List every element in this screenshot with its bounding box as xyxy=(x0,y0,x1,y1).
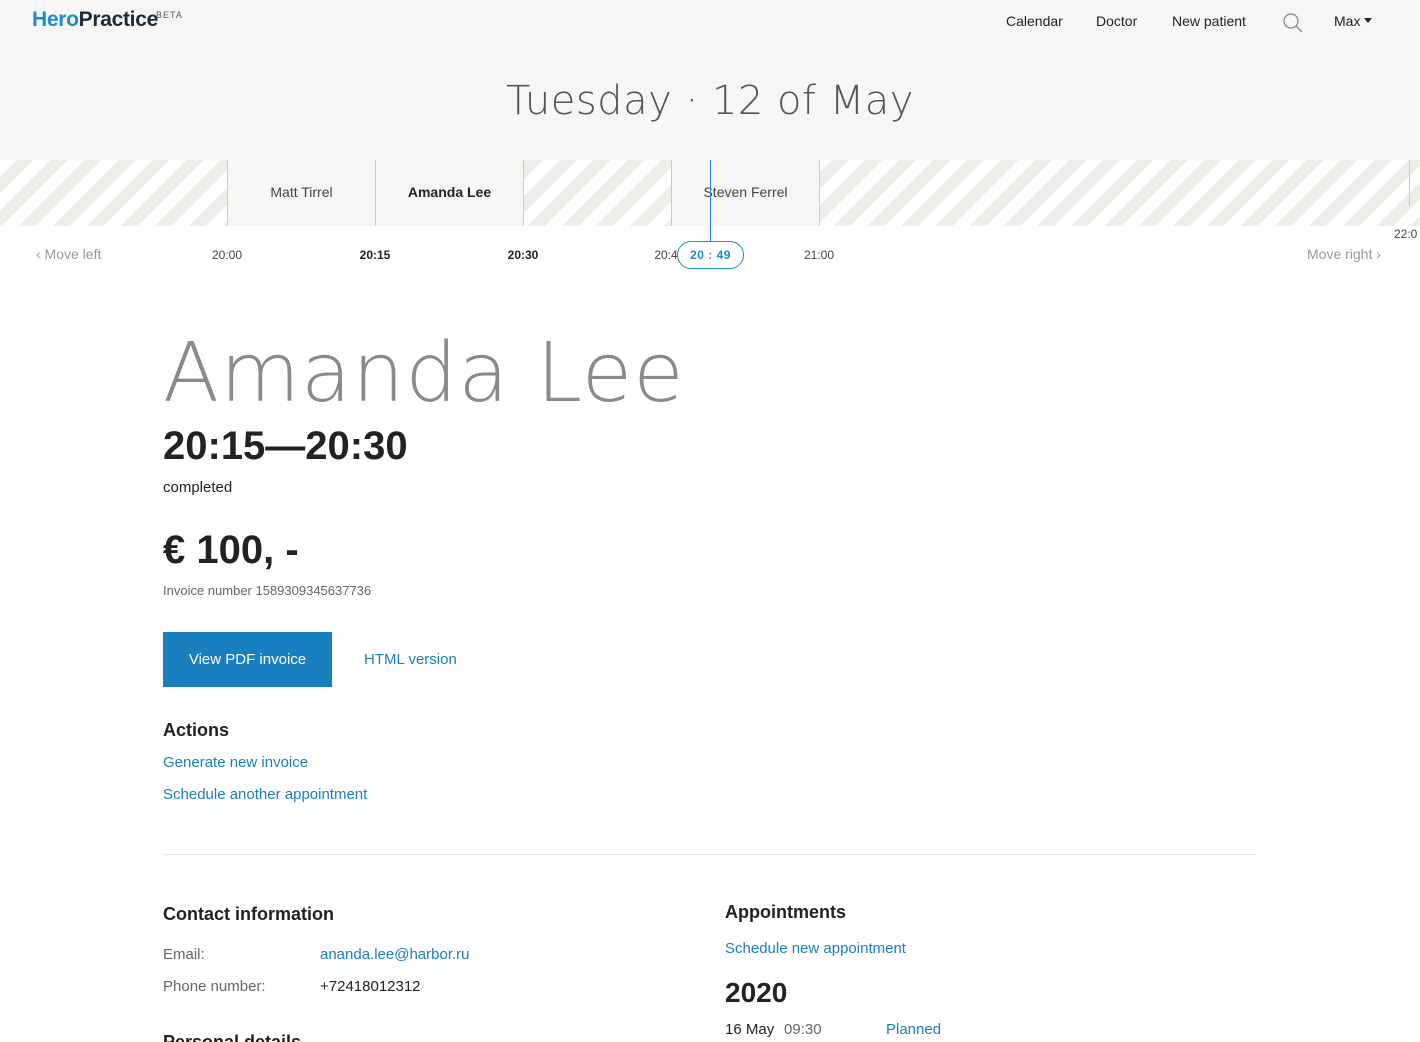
appointment-status: completed xyxy=(163,479,233,496)
current-time-indicator: 20 : 49 xyxy=(677,241,744,269)
schedule-column-amanda-lee[interactable]: Amanda Lee xyxy=(375,160,523,226)
schedule-another-appointment-link[interactable]: Schedule another appointment xyxy=(163,786,367,803)
phone-label: Phone number: xyxy=(163,978,266,995)
beta-badge: BETA xyxy=(156,10,183,20)
time-tick-2100: 21:00 xyxy=(803,248,835,262)
appointment-date: 16 May xyxy=(725,1021,775,1038)
user-name: Max xyxy=(1334,13,1361,29)
time-tick-2015: 20:15 xyxy=(359,248,391,262)
chevron-down-icon xyxy=(1364,18,1373,23)
schedule-new-appointment-link[interactable]: Schedule new appointment xyxy=(725,940,906,957)
appointment-time: 09:30 xyxy=(784,1021,822,1038)
app-logo[interactable]: HeroPractice BETA xyxy=(32,8,182,32)
schedule-column-empty xyxy=(523,160,671,226)
html-version-link[interactable]: HTML version xyxy=(364,651,457,668)
phone-value: +72418012312 xyxy=(320,978,421,995)
move-right-button[interactable]: Move right › xyxy=(1307,246,1381,262)
contact-information-heading: Contact information xyxy=(163,904,334,924)
invoice-number: Invoice number 1589309345637736 xyxy=(163,583,372,598)
schedule-column-divider xyxy=(819,160,820,226)
time-tick-2045: 20:4 xyxy=(654,248,678,262)
appointment-status-link[interactable]: Planned xyxy=(886,1021,941,1038)
schedule-column-matt-tirrel[interactable]: Matt Tirrel xyxy=(227,160,375,226)
time-tick-2000: 20:00 xyxy=(211,248,243,262)
schedule-edge-divider xyxy=(1409,160,1410,206)
logo-hero-text: Hero xyxy=(32,8,79,31)
logo-practice-text: Practice xyxy=(78,8,159,31)
time-tick-2030: 20:30 xyxy=(507,248,539,262)
email-link[interactable]: ananda.lee@harbor.ru xyxy=(320,946,470,963)
appointments-heading: Appointments xyxy=(725,902,846,922)
email-label: Email: xyxy=(163,946,205,963)
nav-calendar[interactable]: Calendar xyxy=(1006,13,1063,29)
time-tick-2200: 22:0 xyxy=(1394,227,1418,241)
current-time-line xyxy=(710,160,711,242)
view-pdf-invoice-button[interactable]: View PDF invoice xyxy=(163,632,332,687)
actions-heading: Actions xyxy=(163,720,230,740)
nav-doctor[interactable]: Doctor xyxy=(1096,13,1137,29)
patient-name: Amanda Lee xyxy=(163,326,685,421)
search-icon[interactable] xyxy=(1282,12,1304,34)
appointment-price: € 100, - xyxy=(163,528,299,572)
schedule-date-title: Tuesday · 12 of May xyxy=(0,78,1420,124)
schedule-column-steven-ferrel[interactable]: Steven Ferrel xyxy=(671,160,819,226)
generate-new-invoice-link[interactable]: Generate new invoice xyxy=(163,754,308,771)
appointments-year: 2020 xyxy=(725,977,788,1008)
user-menu[interactable]: Max xyxy=(1334,13,1373,29)
date-rest: · 12 of May xyxy=(685,78,914,124)
appointment-time-range: 20:15—20:30 xyxy=(163,424,408,468)
date-day: Tuesday xyxy=(506,78,673,124)
section-divider xyxy=(163,854,1257,855)
nav-new-patient[interactable]: New patient xyxy=(1172,13,1246,29)
move-left-button[interactable]: ‹ Move left xyxy=(36,246,101,262)
personal-details-heading: Personal details xyxy=(163,1032,302,1042)
